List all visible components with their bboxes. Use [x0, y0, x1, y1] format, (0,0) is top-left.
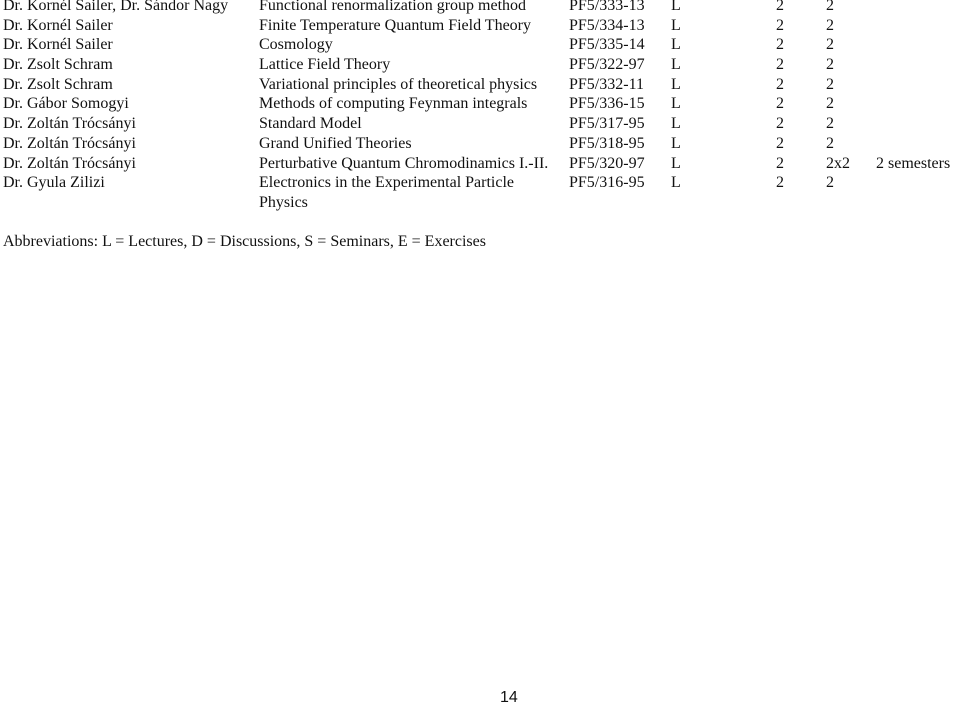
cell-code: PF5/318-95: [569, 134, 645, 152]
cell-course: Variational principles of theoretical ph…: [259, 75, 538, 93]
cell-name: Dr. Zoltán Trócsányi: [3, 154, 136, 172]
cell-name: Dr. Zsolt Schram: [3, 56, 113, 74]
cell-hours: 2: [776, 115, 784, 133]
cell-code: PF5/335-14: [569, 36, 645, 54]
cell-name: Dr. Zsolt Schram: [3, 75, 113, 93]
cell-credits: 2: [826, 134, 834, 152]
cell-course: Perturbative Quantum Chromodinamics I.-I…: [259, 154, 549, 172]
cell-name: Dr. Gyula Zilizi: [3, 174, 105, 192]
cell-hours: 2: [776, 0, 784, 14]
cell-credits: 2: [826, 36, 834, 54]
cell-name: Dr. Kornél Sailer, Dr. Sándor Nagy: [3, 0, 229, 14]
cell-type: L: [671, 115, 681, 133]
cell-type: L: [671, 95, 681, 113]
cell-credits: 2: [826, 56, 834, 74]
cell-credits: 2x2: [826, 154, 850, 172]
cell-hours: 2: [776, 75, 784, 93]
cell-hours: 2: [776, 174, 784, 192]
cell-hours: 2: [776, 56, 784, 74]
cell-name: Dr. Kornél Sailer: [3, 36, 113, 54]
cell-code: PF5/320-97: [569, 154, 645, 172]
cell-name: Dr. Kornél Sailer: [3, 16, 113, 34]
cell-type: L: [671, 134, 681, 152]
cell-course: Methods of computing Feynman integrals: [259, 95, 528, 113]
cell-type: L: [671, 56, 681, 74]
page-number: 14: [500, 689, 518, 706]
cell-course: Electronics in the Experimental Particle…: [259, 174, 515, 211]
cell-type: L: [671, 75, 681, 93]
cell-course: Grand Unified Theories: [259, 134, 412, 152]
cell-code: PF5/322-97: [569, 56, 645, 74]
cell-code: PF5/317-95: [569, 115, 645, 133]
cell-credits: 2: [826, 95, 834, 113]
cell-code: PF5/333-13: [569, 0, 645, 14]
cell-type: L: [671, 154, 681, 172]
cell-type: L: [671, 16, 681, 34]
cell-type: L: [671, 174, 681, 192]
abbreviations-note: Abbreviations: L = Lectures, D = Discuss…: [3, 233, 486, 250]
cell-course: Lattice Field Theory: [259, 56, 391, 74]
cell-hours: 2: [776, 95, 784, 113]
cell-name: Dr. Zoltán Trócsányi: [3, 134, 136, 152]
cell-type: L: [671, 0, 681, 14]
cell-hours: 2: [776, 134, 784, 152]
cell-course: Functional renormalization group method: [259, 0, 527, 14]
cell-name: Dr. Gábor Somogyi: [3, 95, 129, 113]
cell-type: L: [671, 36, 681, 54]
cell-code: PF5/336-15: [569, 95, 645, 113]
cell-credits: 2: [826, 0, 834, 14]
cell-credits: 2: [826, 75, 834, 93]
cell-hours: 2: [776, 154, 784, 172]
cell-code: PF5/316-95: [569, 174, 645, 192]
cell-hours: 2: [776, 36, 784, 54]
cell-course: Cosmology: [259, 36, 333, 54]
cell-name: Dr. Zoltán Trócsányi: [3, 115, 136, 133]
cell-code: PF5/332-11: [569, 75, 644, 93]
cell-code: PF5/334-13: [569, 16, 645, 34]
cell-credits: 2: [826, 16, 834, 34]
cell-hours: 2: [776, 16, 784, 34]
cell-credits: 2: [826, 115, 834, 133]
cell-note: 2 semesters: [876, 154, 951, 172]
cell-course: Finite Temperature Quantum Field Theory: [259, 16, 532, 34]
cell-credits: 2: [826, 174, 834, 192]
cell-course: Standard Model: [259, 115, 362, 133]
